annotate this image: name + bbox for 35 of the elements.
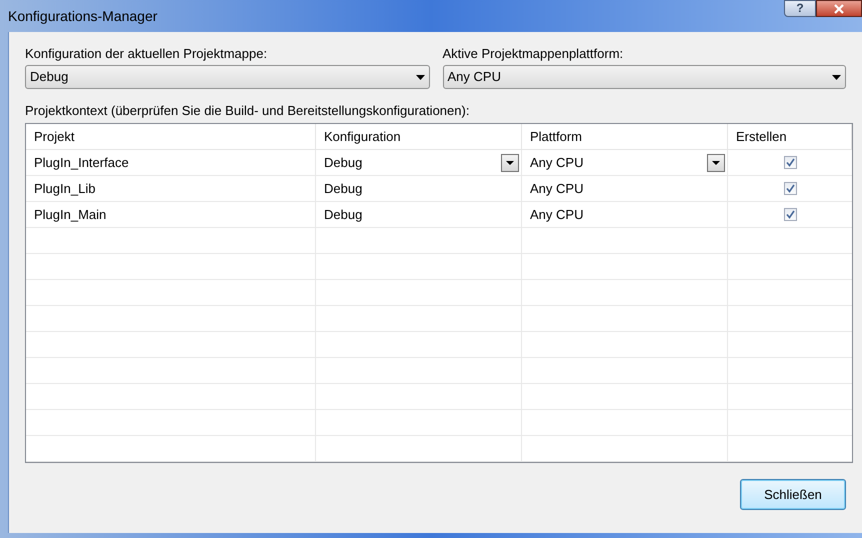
dropdown-arrow-icon bbox=[712, 160, 720, 164]
close-icon bbox=[833, 4, 845, 14]
table-cell[interactable]: Debug bbox=[324, 152, 501, 172]
dropdown-arrow-icon bbox=[416, 74, 424, 80]
window-title: Konfigurations-Manager bbox=[8, 6, 158, 26]
dropdown-arrow-icon bbox=[506, 160, 514, 164]
table-cell[interactable]: Any CPU bbox=[530, 152, 707, 172]
table-cell-text: PlugIn_Interface bbox=[34, 154, 130, 172]
dropdown-arrow-icon bbox=[832, 74, 841, 80]
help-button[interactable]: ? bbox=[784, 0, 816, 17]
column-header[interactable]: Erstellen bbox=[728, 124, 852, 149]
table-cell[interactable]: Any CPU bbox=[530, 178, 727, 198]
column-header[interactable]: Plattform bbox=[522, 124, 728, 149]
table-cell-text: PlugIn_Main bbox=[34, 206, 108, 224]
close-button[interactable] bbox=[816, 0, 862, 17]
section-label: Projektkontext (überprüfen Sie die Build- und Bereitstellungskonfigurationen): bbox=[25, 102, 470, 120]
configuration-dropdown[interactable]: Debug bbox=[25, 65, 430, 89]
table-cell-text: PlugIn_Lib bbox=[34, 180, 96, 198]
table-cell[interactable]: Debug bbox=[324, 204, 521, 224]
platform-dropdown[interactable]: Any CPU bbox=[442, 65, 846, 89]
dropdown-button[interactable] bbox=[501, 154, 519, 172]
close-dialog-button[interactable]: Schließen bbox=[740, 479, 846, 510]
table-cell[interactable]: Any CPU bbox=[530, 204, 727, 224]
checkmark-icon bbox=[786, 210, 794, 219]
checkbox[interactable] bbox=[784, 156, 796, 169]
checkbox[interactable] bbox=[784, 208, 796, 221]
checkmark-icon bbox=[786, 158, 794, 167]
checkmark-icon bbox=[786, 184, 794, 193]
table-cell[interactable]: Debug bbox=[324, 178, 521, 198]
column-header[interactable]: Konfiguration bbox=[316, 124, 522, 149]
column-header[interactable]: Projekt bbox=[26, 124, 316, 149]
field-label: Konfiguration der aktuellen Projektmappe: bbox=[25, 45, 268, 63]
dropdown-button[interactable] bbox=[707, 154, 725, 172]
field-label: Aktive Projektmappenplattform: bbox=[442, 45, 624, 63]
checkbox[interactable] bbox=[784, 182, 796, 195]
